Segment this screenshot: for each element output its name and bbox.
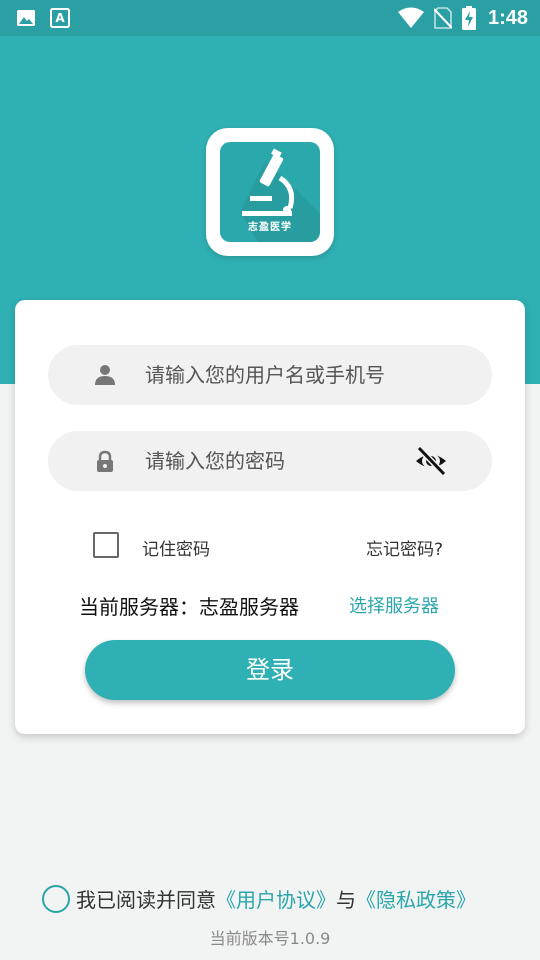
remember-password-label: 记住密码 <box>142 540 210 560</box>
app-logo: 志盈医学 <box>206 128 334 256</box>
agree-radio[interactable] <box>42 884 70 913</box>
remember-password-checkbox[interactable] <box>93 532 119 558</box>
person-icon <box>95 365 115 385</box>
no-sim-icon <box>433 7 452 29</box>
lock-icon <box>97 450 113 472</box>
username-field[interactable]: 请输入您的用户名或手机号 <box>48 345 492 405</box>
status-left-icons: A <box>16 8 70 28</box>
agree-conjunction: 与 <box>336 888 356 912</box>
hide-password-icon[interactable] <box>414 445 448 477</box>
logo-text: 志盈医学 <box>248 222 292 233</box>
password-field[interactable]: 请输入您的密码 <box>48 431 492 491</box>
clock: 1:48 <box>487 6 528 29</box>
password-placeholder: 请输入您的密码 <box>145 449 285 473</box>
agreement-row: 我已阅读并同意 《用户协议》 与 《隐私政策》 <box>42 884 476 913</box>
image-icon <box>17 10 35 26</box>
wifi-icon <box>397 7 424 28</box>
status-bar: A 1:48 <box>0 0 540 36</box>
login-button[interactable]: 登录 <box>85 640 455 700</box>
battery-charging-icon <box>461 6 476 30</box>
version-label: 当前版本号1.0.9 <box>209 929 331 948</box>
login-card: 请输入您的用户名或手机号 请输入您的密码 记住密码 忘记密码? 当前服务器：志盈… <box>15 300 525 734</box>
agree-prefix: 我已阅读并同意 <box>76 888 216 912</box>
text-recognition-icon: A <box>50 8 70 28</box>
status-right-icons: 1:48 <box>397 6 528 30</box>
logo-tile: 志盈医学 <box>220 142 320 242</box>
choose-server-link[interactable]: 选择服务器 <box>349 592 439 618</box>
privacy-policy-link[interactable]: 《隐私政策》 <box>356 884 476 913</box>
forgot-password-link[interactable]: 忘记密码? <box>366 535 443 560</box>
svg-text:A: A <box>55 11 65 25</box>
username-placeholder: 请输入您的用户名或手机号 <box>145 363 385 387</box>
user-agreement-link[interactable]: 《用户协议》 <box>216 884 336 913</box>
current-server-label: 当前服务器：志盈服务器 <box>79 595 299 619</box>
